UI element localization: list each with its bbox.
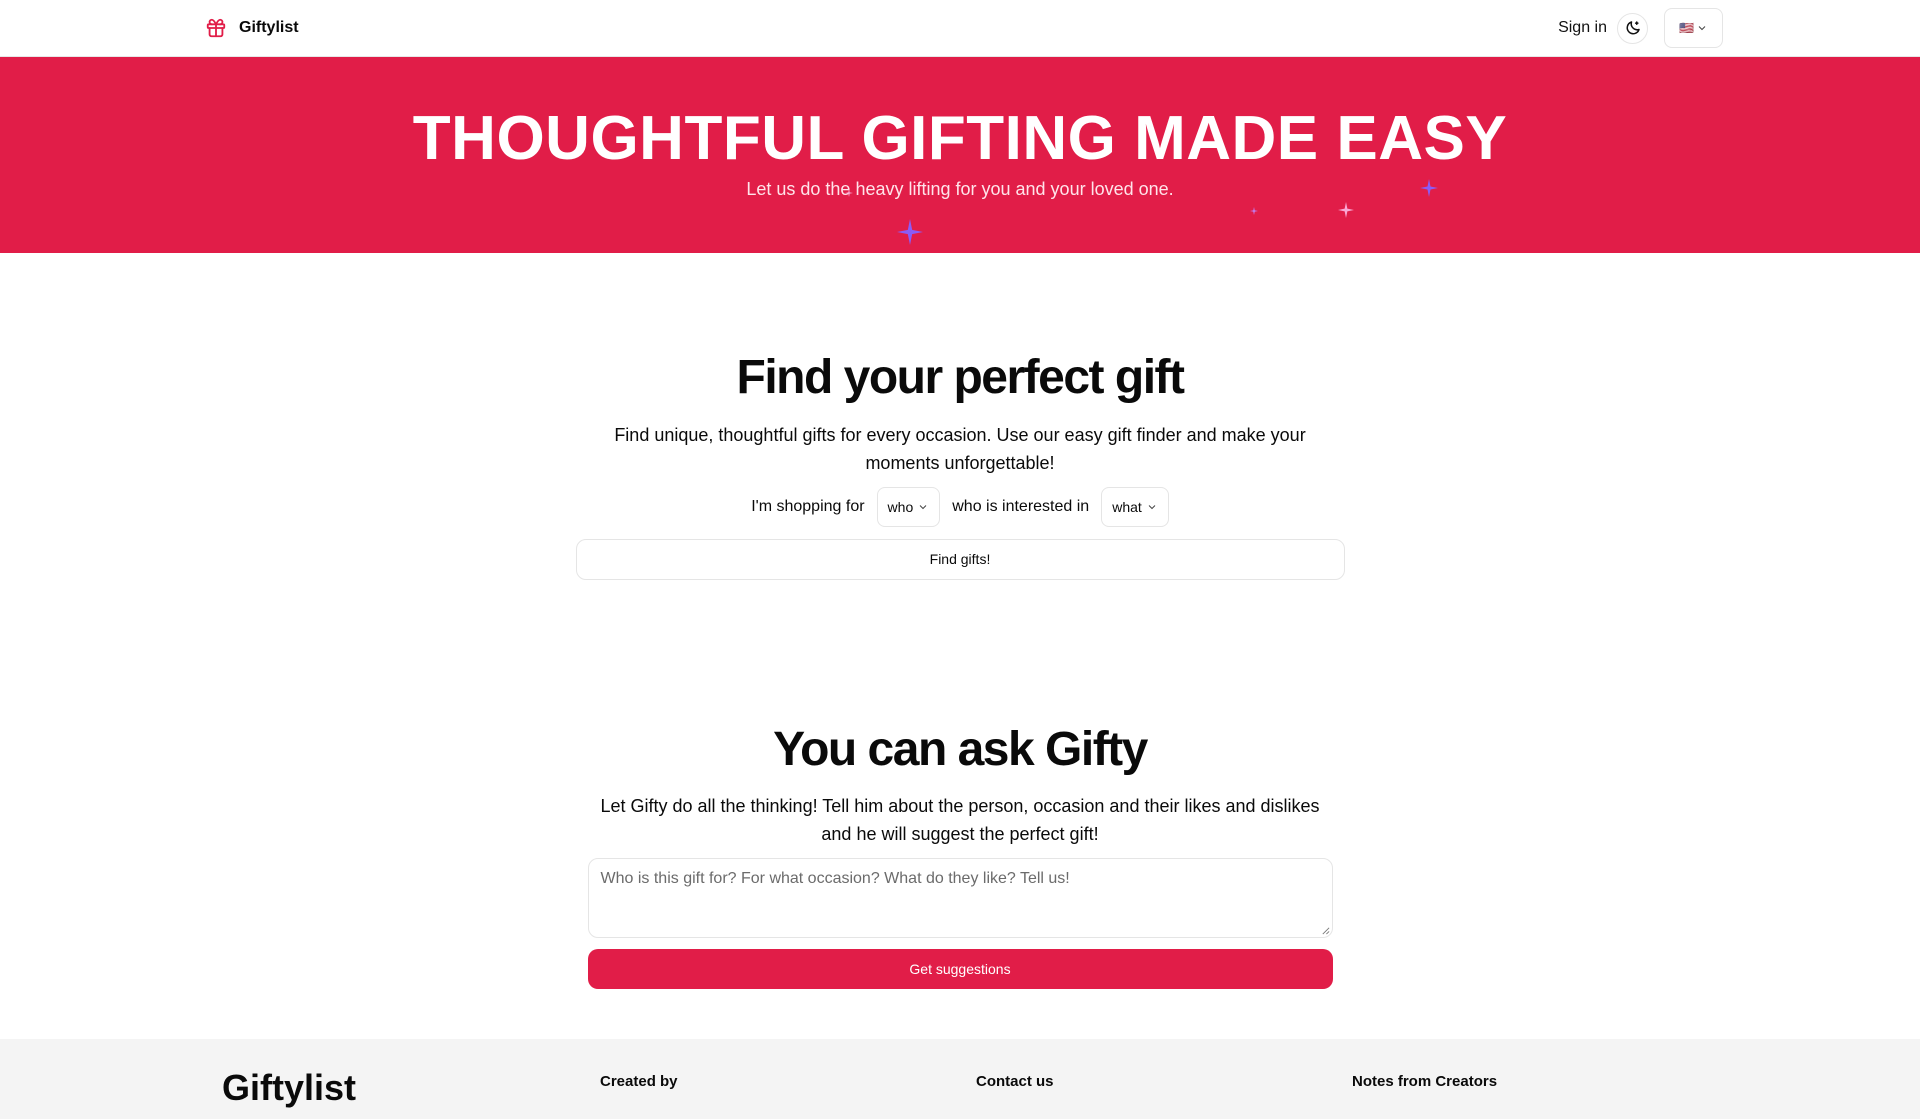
- gift-finder-section: Find your perfect gift Find unique, thou…: [0, 253, 1920, 580]
- top-navigation: Giftylist Sign in 🇺🇸: [0, 0, 1920, 57]
- footer-created-by-heading: Created by: [600, 1073, 678, 1090]
- sparkle-icon: [1338, 202, 1354, 218]
- header-actions: Sign in 🇺🇸: [1558, 8, 1723, 48]
- hero-banner: THOUGHTFUL GIFTING MADE EASY Let us do t…: [0, 57, 1920, 253]
- us-flag-icon: 🇺🇸: [1679, 21, 1694, 35]
- site-footer: Giftylist Created by Contact us Notes fr…: [0, 1039, 1920, 1119]
- gift-request-textarea[interactable]: Who is this gift for? For what occasion?…: [587, 858, 1333, 939]
- sparkle-icon: [1420, 179, 1438, 197]
- what-select[interactable]: what: [1101, 486, 1169, 527]
- brand-name: Giftylist: [239, 19, 299, 36]
- interested-in-label: who is interested in: [952, 497, 1090, 515]
- hero-subtitle: Let us do the heavy lifting for you and …: [746, 179, 1174, 200]
- sign-in-link[interactable]: Sign in: [1558, 19, 1607, 37]
- language-select[interactable]: 🇺🇸: [1664, 8, 1723, 48]
- resize-handle-icon[interactable]: [1321, 926, 1330, 935]
- chevron-down-icon: [1698, 26, 1706, 31]
- theme-toggle-button[interactable]: [1617, 12, 1648, 44]
- gift-icon: [205, 17, 227, 39]
- gifty-title: You can ask Gifty: [773, 722, 1148, 776]
- sparkle-icon: [1250, 207, 1258, 215]
- ask-gifty-section: You can ask Gifty Let Gifty do all the t…: [0, 580, 1920, 990]
- shopping-criteria-row: I'm shopping for who who is interested i…: [0, 486, 1920, 527]
- gifty-description: Let Gifty do all the thinking! Tell him …: [600, 796, 1320, 845]
- what-select-value: what: [1112, 498, 1142, 515]
- textarea-placeholder: Who is this gift for? For what occasion?…: [600, 870, 1070, 888]
- footer-logo: Giftylist: [222, 1067, 357, 1108]
- footer-contact-heading: Contact us: [976, 1073, 1054, 1090]
- finder-title: Find your perfect gift: [736, 351, 1186, 404]
- chevron-down-icon: [919, 504, 927, 509]
- chevron-down-icon: [1148, 504, 1156, 509]
- footer-notes-heading: Notes from Creators: [1352, 1073, 1498, 1090]
- who-select-value: who: [887, 498, 914, 515]
- moon-icon: [1626, 21, 1640, 35]
- shopping-for-label: I'm shopping for: [751, 497, 865, 515]
- finder-description: Find unique, thoughtful gifts for every …: [614, 424, 1306, 473]
- find-gifts-button[interactable]: Find gifts!: [575, 538, 1345, 580]
- brand-link[interactable]: Giftylist: [205, 17, 299, 39]
- hero-title: THOUGHTFUL GIFTING MADE EASY: [412, 104, 1508, 173]
- who-select[interactable]: who: [876, 486, 941, 527]
- sparkle-icon: [897, 219, 923, 245]
- sparkle-icon: [845, 189, 853, 197]
- get-suggestions-button[interactable]: Get suggestions: [587, 949, 1333, 990]
